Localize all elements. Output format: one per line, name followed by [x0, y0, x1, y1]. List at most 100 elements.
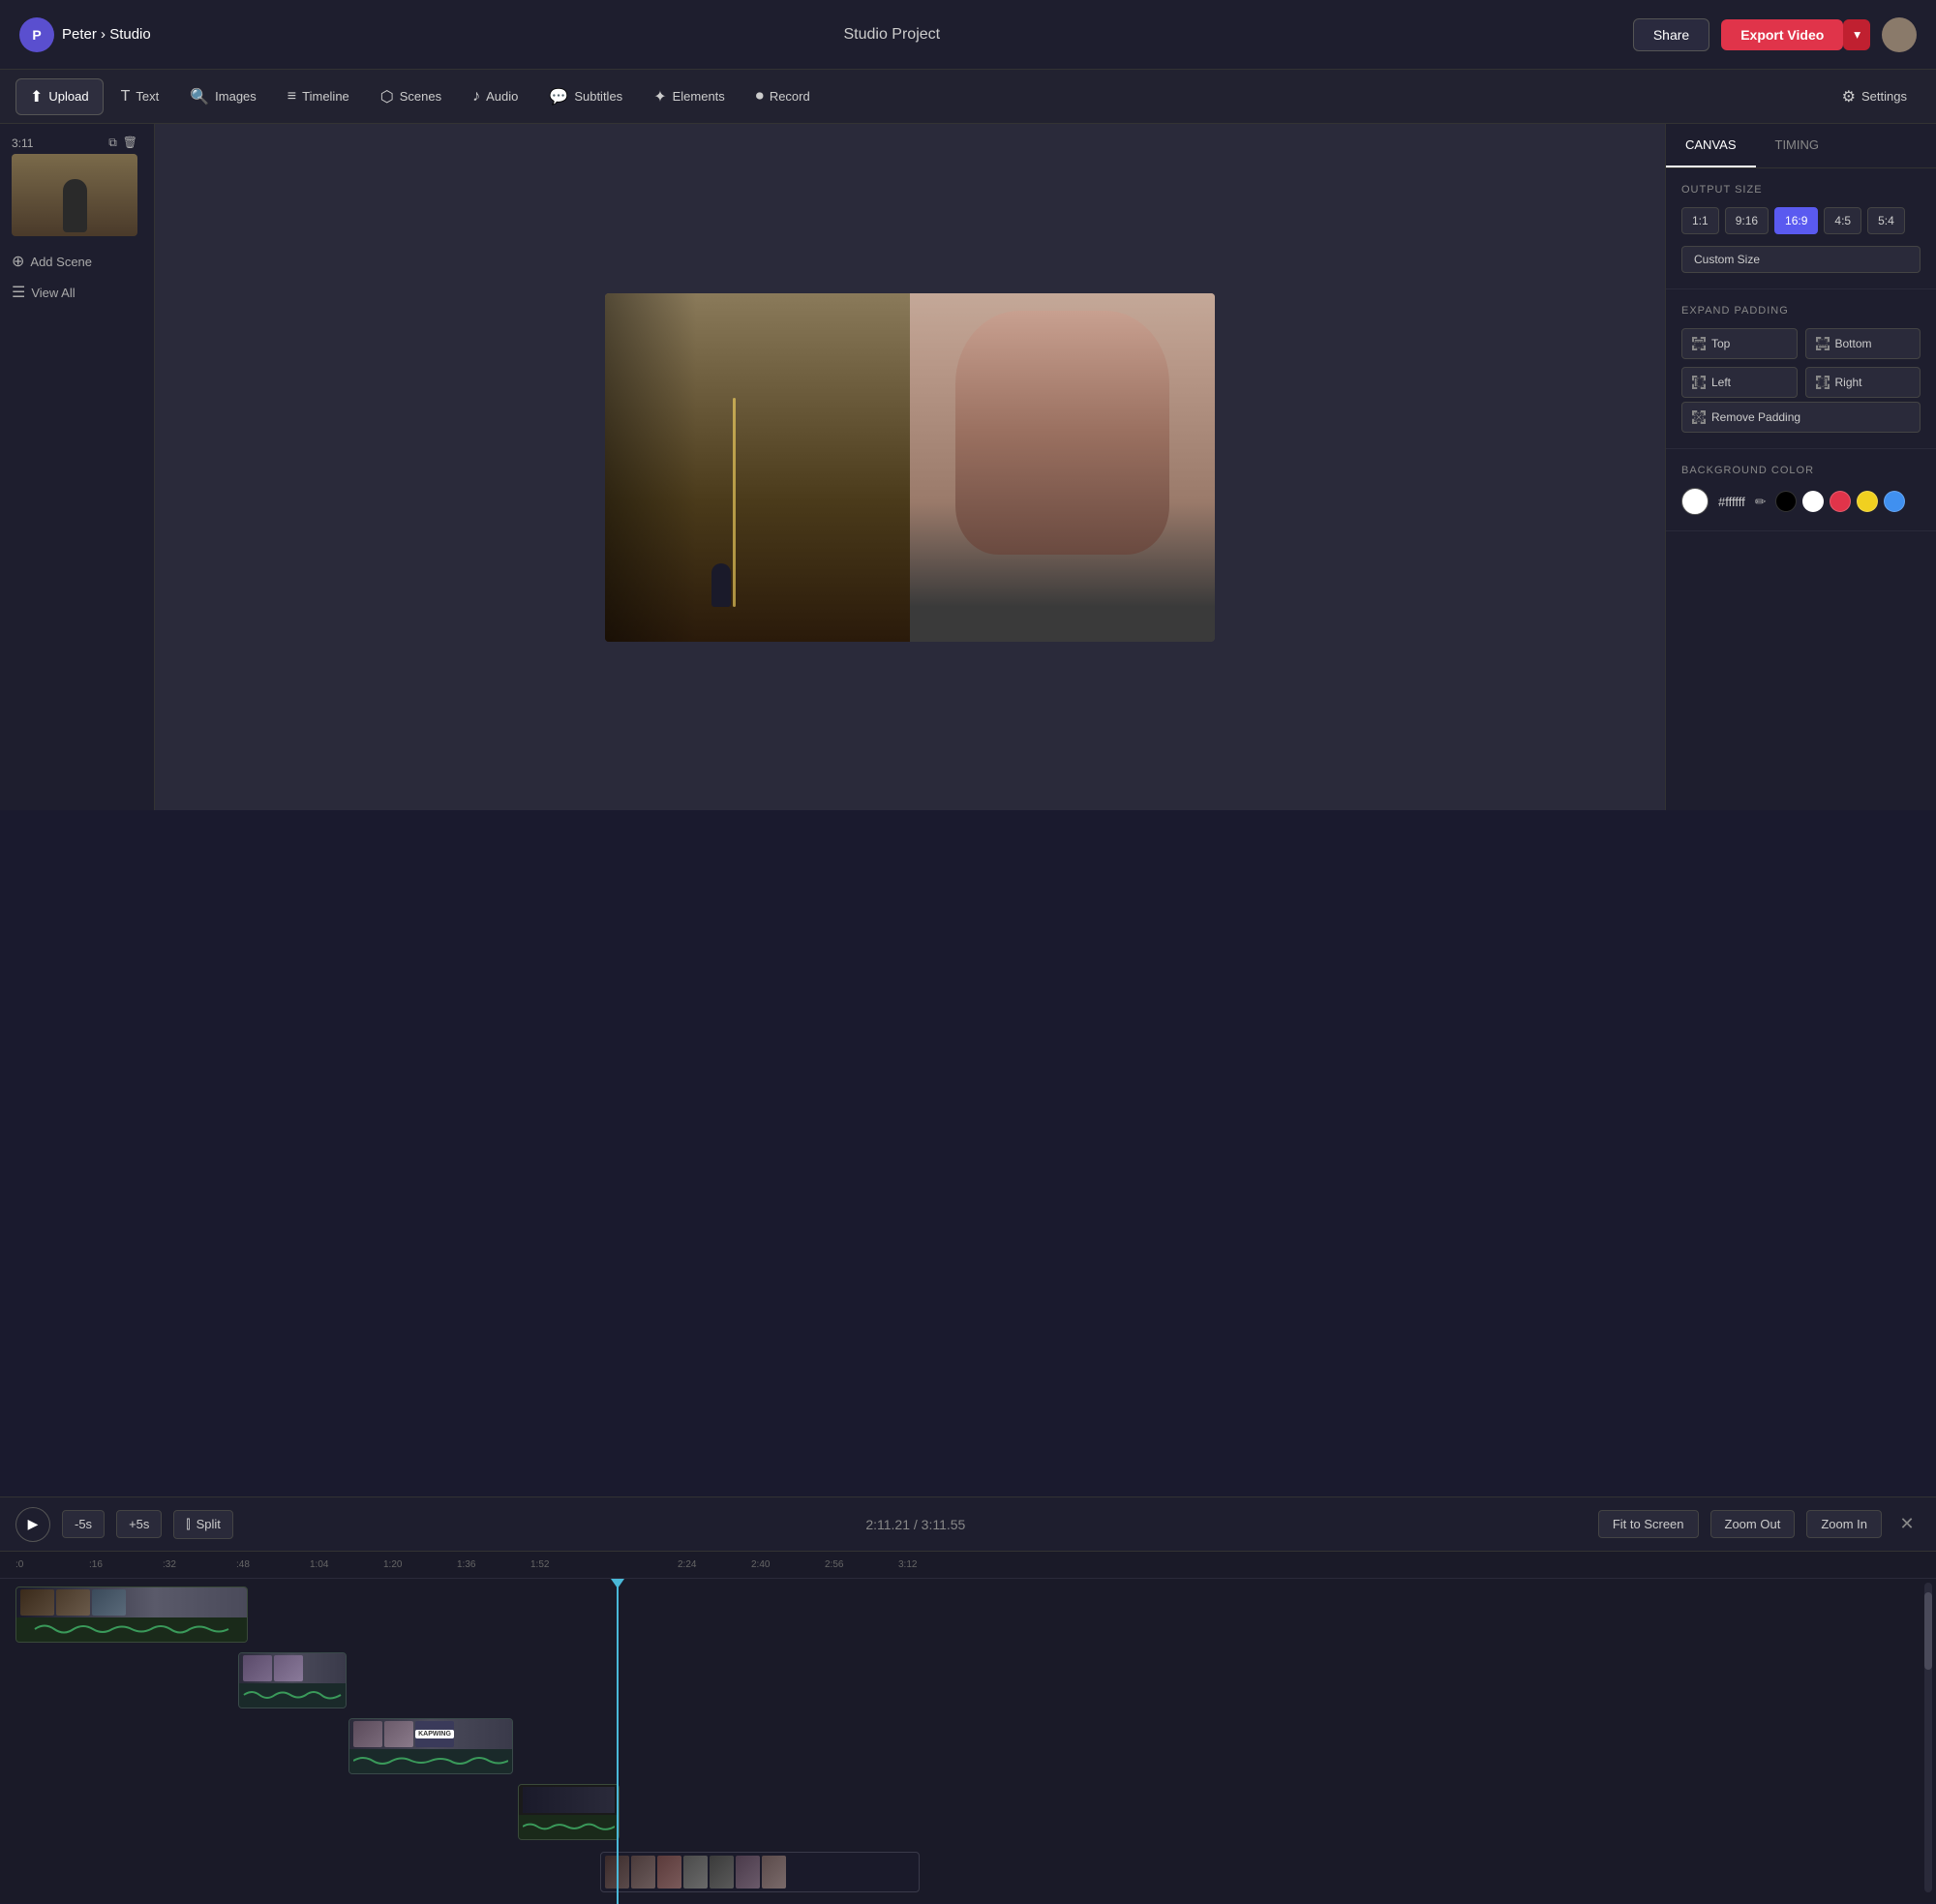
copy-scene-icon[interactable]: ⧉ — [108, 136, 117, 150]
scenes-button[interactable]: ⬡ Scenes — [367, 79, 455, 114]
skip-back-button[interactable]: -5s — [62, 1510, 105, 1538]
add-scene-label: Add Scene — [30, 255, 92, 269]
settings-icon: ⚙ — [1842, 87, 1856, 106]
ruler-mark-208 — [604, 1559, 678, 1570]
close-up-person — [910, 293, 1215, 642]
ratio-9-16[interactable]: 9:16 — [1725, 207, 1769, 234]
custom-size-button[interactable]: Custom Size — [1681, 246, 1921, 273]
padding-left-icon — [1692, 376, 1706, 389]
clip-2-waveform — [239, 1683, 346, 1708]
settings-label: Settings — [1861, 89, 1907, 104]
padding-right-label: Right — [1835, 376, 1862, 389]
playhead[interactable] — [617, 1579, 619, 1904]
track-clip-1[interactable] — [15, 1587, 248, 1643]
track-clip-4[interactable] — [518, 1784, 620, 1840]
upload-button[interactable]: ⬆ Upload — [15, 78, 104, 115]
view-all-button[interactable]: ☰ View All — [12, 277, 142, 308]
zoom-out-button[interactable]: Zoom Out — [1710, 1510, 1796, 1538]
subtitles-button[interactable]: 💬 Subtitles — [535, 79, 636, 114]
timeline-scrollbar[interactable] — [1924, 1583, 1932, 1892]
ruler-mark-240: 2:40 — [751, 1559, 825, 1570]
timeline-scrollbar-thumb — [1924, 1592, 1932, 1670]
export-button[interactable]: Export Video — [1721, 19, 1843, 50]
share-button[interactable]: Share — [1633, 18, 1709, 51]
color-black[interactable] — [1775, 491, 1797, 512]
record-button[interactable]: ⏺ Record — [742, 80, 824, 113]
color-picker-icon[interactable]: ✏ — [1755, 494, 1767, 510]
text-icon: T — [121, 88, 131, 106]
ratio-4-5[interactable]: 4:5 — [1824, 207, 1861, 234]
color-blue[interactable] — [1884, 491, 1905, 512]
images-button[interactable]: 🔍 Images — [176, 79, 270, 114]
remove-padding-label: Remove Padding — [1711, 410, 1800, 424]
track-clip-5[interactable] — [600, 1852, 920, 1892]
clip-1-thumbnails — [16, 1587, 247, 1617]
audio-button[interactable]: ♪ Audio — [459, 80, 531, 113]
aspect-ratio-group: 1:1 9:16 16:9 4:5 5:4 — [1681, 207, 1921, 234]
export-dropdown-button[interactable]: ▾ — [1843, 19, 1870, 50]
clip-3-waveform — [349, 1749, 512, 1773]
settings-button[interactable]: ⚙ Settings — [1829, 79, 1921, 114]
timeline-button[interactable]: ≡ Timeline — [274, 80, 363, 113]
canvas-tab[interactable]: CANVAS — [1666, 124, 1756, 167]
scene-thumb-header: 3:11 ⧉ 🗑 — [12, 136, 137, 150]
delete-scene-icon[interactable]: 🗑 — [123, 136, 137, 150]
audio-label: Audio — [486, 89, 518, 104]
project-title: Studio Project — [166, 26, 1618, 44]
ratio-5-4[interactable]: 5:4 — [1867, 207, 1905, 234]
record-icon: ⏺ — [756, 88, 764, 106]
export-label: Export Video — [1740, 27, 1824, 43]
track-clip-2[interactable] — [238, 1652, 347, 1708]
breadcrumb: Peter › Studio — [62, 26, 151, 43]
clip-4-waveform — [519, 1815, 619, 1839]
add-scene-button[interactable]: ⊕ Add Scene — [12, 246, 142, 277]
color-red[interactable] — [1830, 491, 1851, 512]
breadcrumb-user: Peter — [62, 26, 97, 43]
bg-color-swatch[interactable] — [1681, 488, 1709, 515]
color-white[interactable] — [1802, 491, 1824, 512]
elements-label: Elements — [673, 89, 725, 104]
scenes-icon: ⬡ — [380, 87, 394, 106]
padding-top-button[interactable]: Top — [1681, 328, 1798, 359]
fit-to-screen-button[interactable]: Fit to Screen — [1598, 1510, 1699, 1538]
playhead-head — [611, 1579, 624, 1588]
elements-button[interactable]: ✦ Elements — [640, 79, 739, 114]
clip-3-thumbnails: KAPWING — [349, 1719, 512, 1749]
ratio-1-1[interactable]: 1:1 — [1681, 207, 1719, 234]
split-label: Split — [197, 1517, 221, 1531]
scene-time: 3:11 — [12, 136, 33, 150]
bg-color-hex: #ffffff — [1718, 495, 1745, 509]
clip-5-thumbnails — [601, 1853, 919, 1891]
split-button[interactable]: ⫿ Split — [173, 1510, 232, 1539]
ruler-mark-16: :16 — [89, 1559, 163, 1570]
video-left-panel — [605, 293, 910, 642]
video-right-panel — [910, 293, 1215, 642]
skip-fwd-button[interactable]: +5s — [116, 1510, 162, 1538]
track-clip-3[interactable]: KAPWING — [348, 1718, 513, 1774]
padding-right-icon — [1816, 376, 1830, 389]
remove-padding-button[interactable]: Remove Padding — [1681, 402, 1921, 433]
scene-thumb-image[interactable] — [12, 154, 137, 236]
padding-right-button[interactable]: Right — [1805, 367, 1921, 398]
timing-tab[interactable]: TIMING — [1756, 124, 1839, 167]
audio-icon: ♪ — [472, 88, 480, 106]
text-button[interactable]: T Text — [107, 80, 173, 113]
color-yellow[interactable] — [1857, 491, 1878, 512]
images-label: Images — [215, 89, 257, 104]
scene-thumbnail: 3:11 ⧉ 🗑 — [12, 136, 137, 236]
zoom-in-button[interactable]: Zoom In — [1806, 1510, 1882, 1538]
ruler-mark-152: 1:52 — [530, 1559, 604, 1570]
ratio-16-9[interactable]: 16:9 — [1774, 207, 1818, 234]
padding-left-button[interactable]: Left — [1681, 367, 1798, 398]
close-timeline-button[interactable]: ✕ — [1893, 1511, 1921, 1538]
panel-tabs: CANVAS TIMING — [1666, 124, 1936, 168]
output-size-title: OUTPUT SIZE — [1681, 184, 1921, 196]
ruler-mark-312: 3:12 — [898, 1559, 972, 1570]
padding-bottom-button[interactable]: Bottom — [1805, 328, 1921, 359]
ruler-mark-104: 1:04 — [310, 1559, 383, 1570]
play-button[interactable]: ▶ — [15, 1507, 50, 1542]
ruler-mark-224: 2:24 — [678, 1559, 751, 1570]
view-all-icon: ☰ — [12, 283, 25, 302]
bg-color-section: BACKGROUND COLOR #ffffff ✏ — [1666, 449, 1936, 531]
ruler-mark-0: :0 — [15, 1559, 89, 1570]
